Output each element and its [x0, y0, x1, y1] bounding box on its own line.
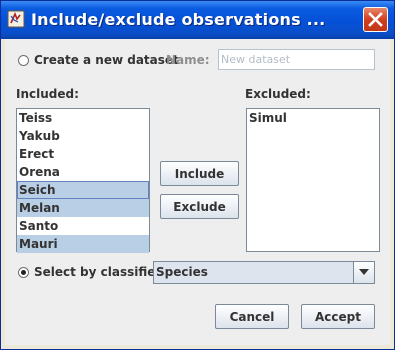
app-icon	[7, 10, 25, 28]
list-item[interactable]: Orena	[17, 163, 149, 181]
list-item[interactable]: Simul	[247, 109, 379, 127]
classifier-select[interactable]: Species	[153, 261, 375, 284]
window-title: Include/exclude observations ...	[31, 10, 326, 29]
list-item[interactable]: Yakub	[17, 127, 149, 145]
include-button[interactable]: Include	[160, 161, 239, 186]
list-item[interactable]: Mauri	[17, 235, 149, 253]
excluded-label: Excluded:	[245, 87, 311, 101]
list-item[interactable]: Seich	[17, 181, 149, 199]
name-field-label: Name:	[166, 53, 210, 67]
classifier-label[interactable]: Select by classifier	[34, 265, 161, 279]
list-item[interactable]: Melan	[17, 199, 149, 217]
close-icon	[368, 12, 383, 27]
classifier-value: Species	[156, 265, 208, 279]
included-label: Included:	[16, 87, 79, 101]
list-item[interactable]: Teiss	[17, 109, 149, 127]
exclude-button[interactable]: Exclude	[160, 194, 239, 219]
dialog-window: Include/exclude observations ... Create …	[0, 0, 395, 350]
excluded-list[interactable]: Simul	[246, 108, 380, 252]
classifier-radio[interactable]	[18, 267, 29, 278]
list-item[interactable]: Santo	[17, 217, 149, 235]
dialog-content: Create a new dataset Name: Included: Tei…	[5, 39, 390, 345]
dropdown-button[interactable]	[353, 262, 374, 283]
included-list[interactable]: Teiss Yakub Erect Orena Seich Melan Sant…	[16, 108, 150, 253]
create-dataset-radio[interactable]	[18, 55, 29, 66]
chevron-down-icon	[359, 269, 369, 275]
title-bar[interactable]: Include/exclude observations ...	[1, 1, 394, 39]
accept-button[interactable]: Accept	[301, 304, 375, 329]
name-input[interactable]	[218, 49, 375, 70]
list-item[interactable]: Erect	[17, 145, 149, 163]
cancel-button[interactable]: Cancel	[215, 304, 289, 329]
radio-selected-dot	[21, 270, 26, 275]
create-dataset-label[interactable]: Create a new dataset	[34, 53, 179, 67]
close-button[interactable]	[363, 7, 388, 32]
